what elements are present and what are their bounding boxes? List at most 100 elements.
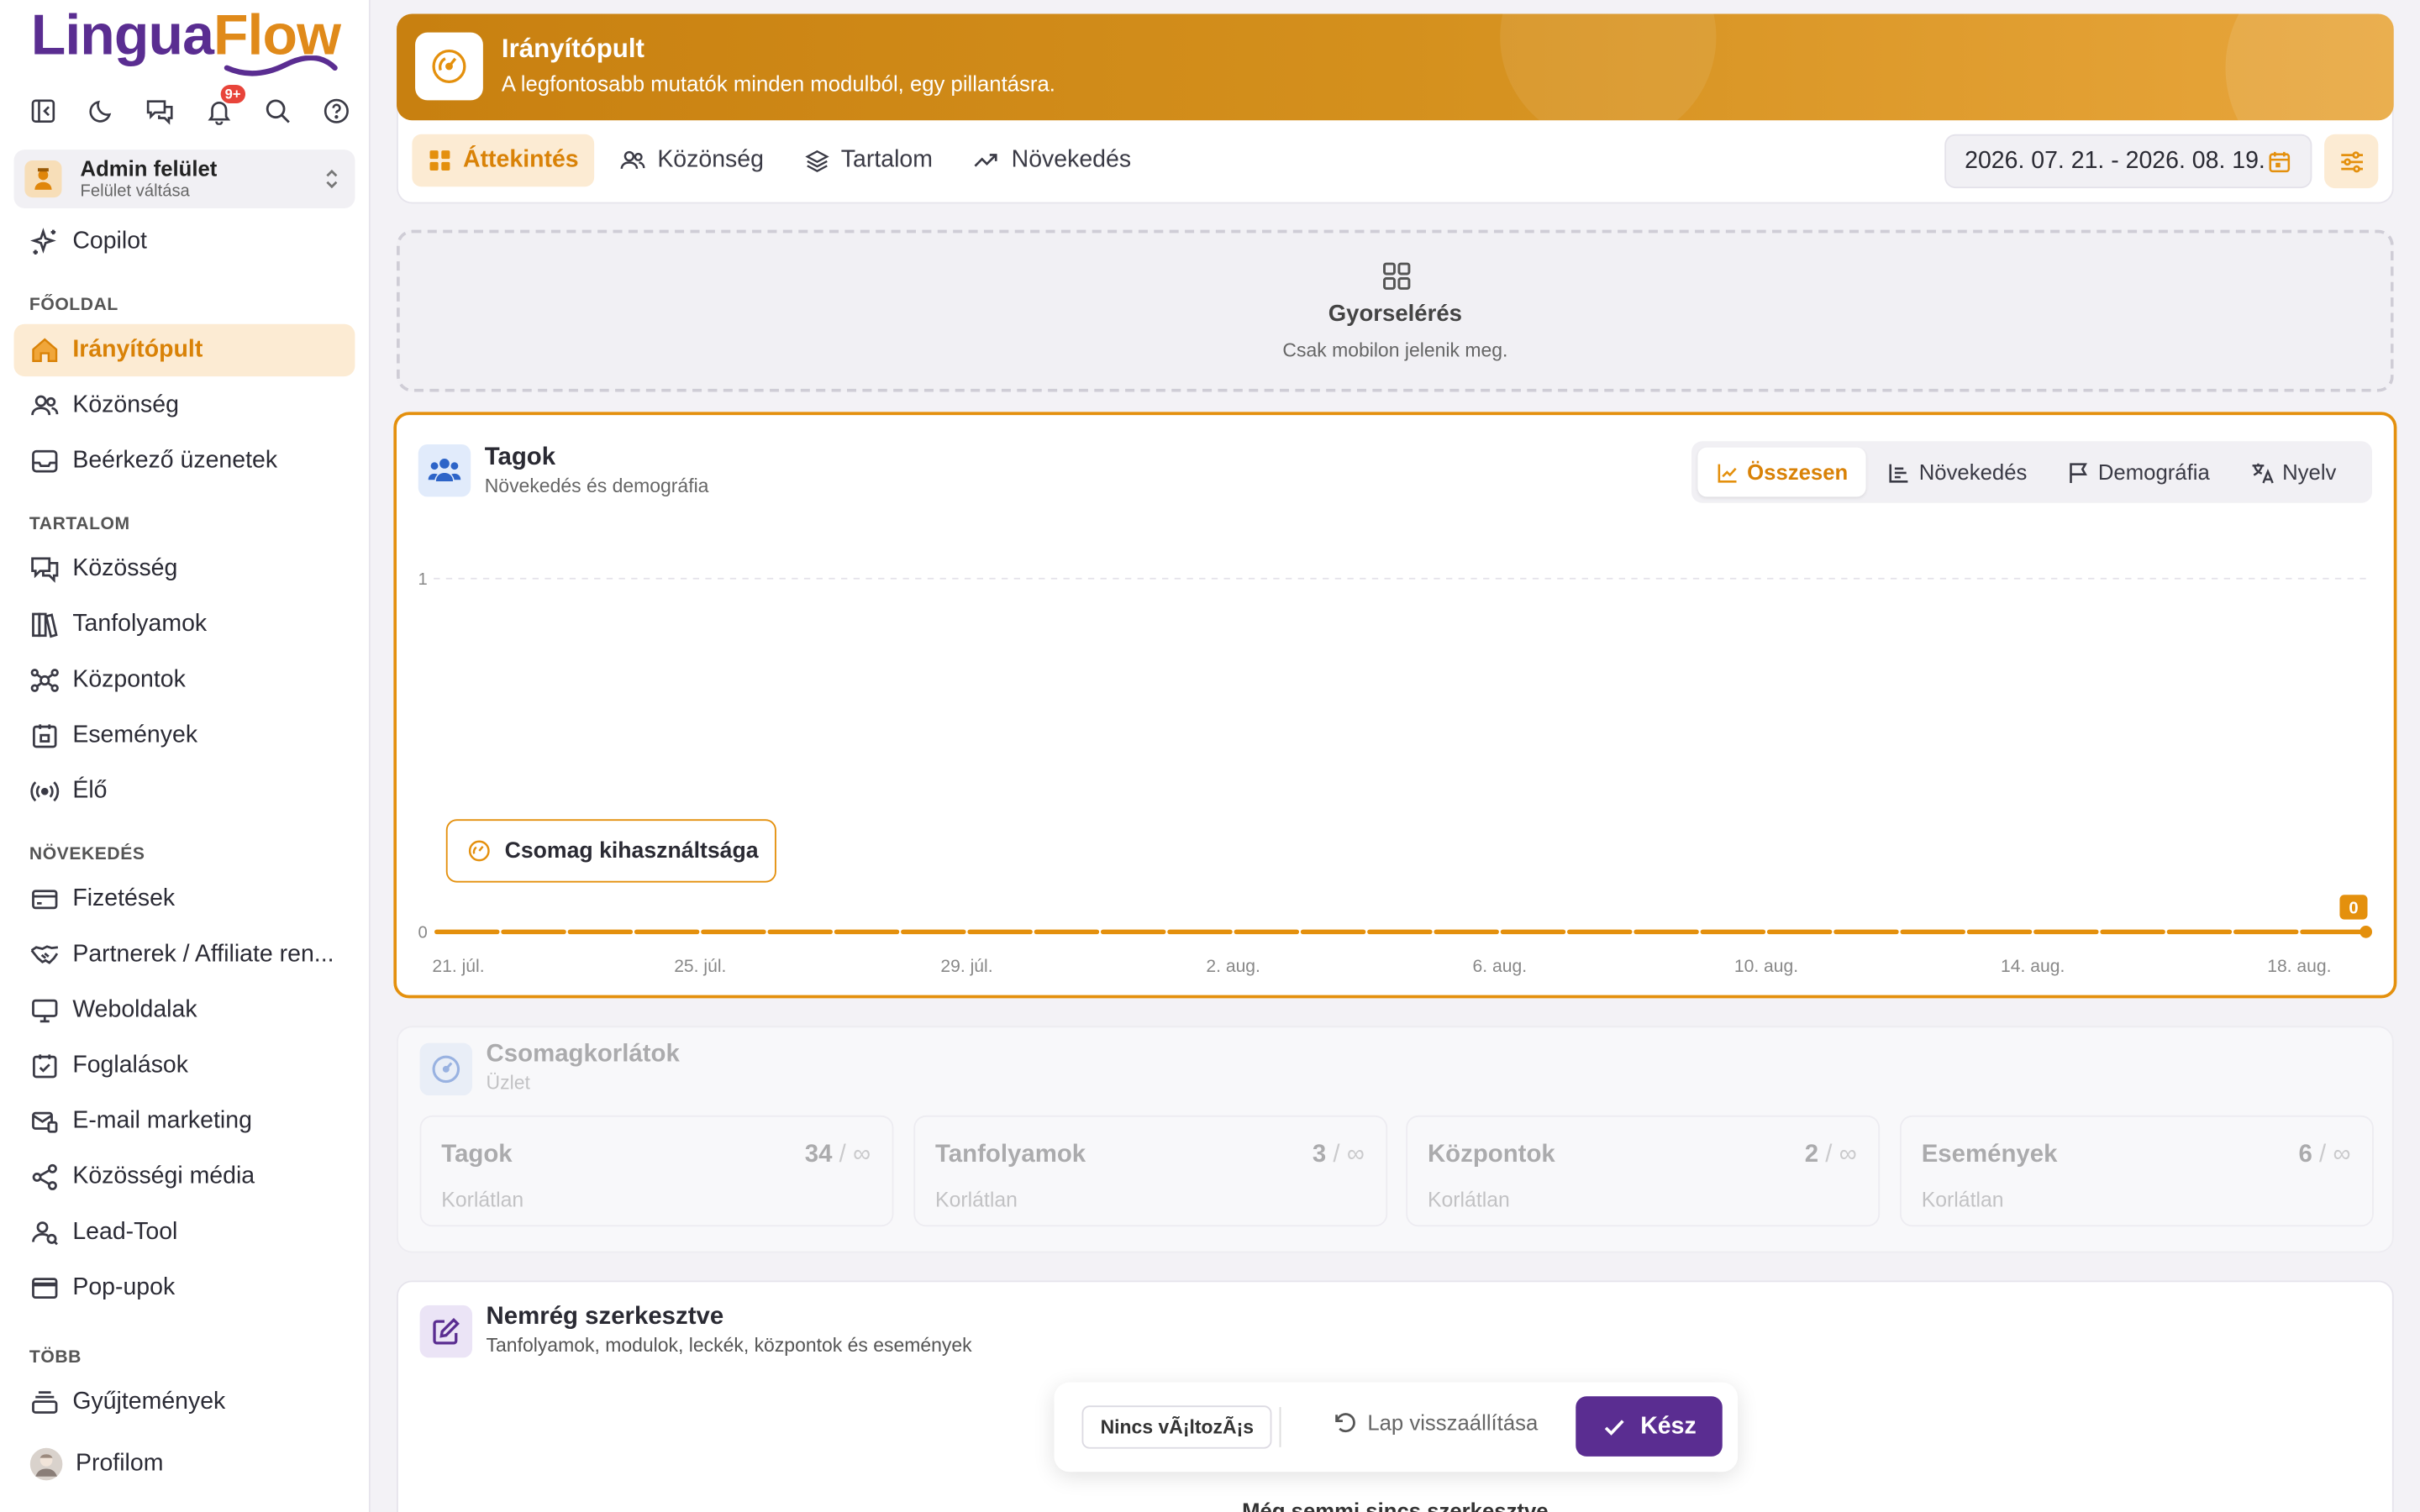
dashboard-gauge-icon	[415, 32, 483, 101]
segment-language[interactable]: Nyelv	[2231, 448, 2354, 497]
segment-demographics[interactable]: Demográfia	[2049, 448, 2228, 497]
help-icon[interactable]	[315, 92, 358, 129]
credit-card-icon	[32, 890, 58, 910]
broadcast-icon	[30, 781, 60, 802]
limit-box-events: Események 6 / ∞ Korlátlan	[1899, 1115, 2374, 1227]
flag-icon	[2070, 462, 2088, 483]
limit-value: 3 / ∞	[1312, 1142, 1365, 1168]
sidebar-item-bookings[interactable]: Foglalások	[14, 1040, 355, 1092]
limit-name: Tagok	[441, 1142, 513, 1168]
limit-current: 6	[2298, 1142, 2312, 1168]
profile-avatar	[29, 1447, 63, 1481]
limit-value: 34 / ∞	[804, 1142, 871, 1168]
y-tick-label: 1	[418, 570, 428, 589]
sidebar-item-events[interactable]: Események	[14, 710, 355, 762]
limit-current: 3	[1312, 1142, 1327, 1168]
segment-growth[interactable]: Növekedés	[1870, 448, 2045, 497]
sidebar-toolbar: 9+	[22, 85, 358, 129]
handshake-icon	[30, 945, 59, 964]
date-range-value: 2026. 07. 21. - 2026. 08. 19.	[1965, 147, 2265, 174]
sidebar-item-courses[interactable]: Tanfolyamok	[14, 599, 355, 651]
end-value-label: 0	[2349, 899, 2358, 917]
sidebar-item-label: Közönség	[72, 391, 179, 418]
x-tick-label: 2. aug.	[1206, 957, 1260, 976]
limit-max: ∞	[852, 1142, 871, 1168]
sidebar-item-lead-tool[interactable]: Lead-Tool	[14, 1206, 355, 1258]
grid-icon	[429, 150, 450, 171]
mail-icon	[32, 1111, 58, 1133]
sidebar-item-email-marketing[interactable]: E-mail marketing	[14, 1095, 355, 1147]
sidebar-item-collections[interactable]: Gyűjtemények	[14, 1376, 355, 1428]
check-icon	[1604, 1419, 1624, 1436]
gauge-icon	[468, 840, 490, 862]
sidebar-item-label: Profilom	[75, 1450, 164, 1477]
limit-status: Korlátlan	[1427, 1188, 1510, 1211]
limit-current: 34	[804, 1142, 833, 1168]
tab-content[interactable]: Tartalom	[788, 134, 948, 186]
interface-switcher[interactable]: Admin felület Felület váltása	[13, 150, 355, 208]
sidebar-item-label: Weboldalak	[72, 996, 197, 1023]
tab-label: Áttekintés	[463, 146, 579, 173]
reset-page-button[interactable]: Lap visszaállítása	[1332, 1410, 1538, 1435]
x-tick-label: 10. aug.	[1734, 957, 1798, 976]
recent-title: Nemrég szerkesztve	[486, 1304, 724, 1331]
sidebar-item-affiliates[interactable]: Partnerek / Affiliate ren...	[14, 929, 355, 981]
users-icon	[620, 150, 645, 170]
limits-subtitle: Üzlet	[486, 1072, 530, 1095]
members-view-switcher: Összesen Növekedés Demográfia Nyelv	[1691, 441, 2373, 503]
nav-section-title: TÖBB	[29, 1348, 82, 1368]
collapse-sidebar-icon[interactable]	[22, 92, 65, 129]
sidebar-item-payments[interactable]: Fizetések	[14, 874, 355, 926]
filter-settings-button[interactable]	[2324, 134, 2379, 189]
notifications-icon[interactable]: 9+	[197, 85, 246, 129]
limit-max: ∞	[1346, 1142, 1365, 1168]
sidebar-item-social-media[interactable]: Közösségi média	[14, 1151, 355, 1203]
gauge-icon	[419, 1042, 473, 1096]
limit-box-courses: Tanfolyamok 3 / ∞ Korlátlan	[913, 1115, 1388, 1227]
limit-status: Korlátlan	[1921, 1188, 2004, 1211]
tab-audience[interactable]: Közönség	[603, 134, 779, 186]
sliders-icon	[2340, 150, 2363, 172]
limit-max: ∞	[2333, 1142, 2351, 1168]
quick-access-subtitle: Csak mobilon jelenik meg.	[1282, 339, 1508, 361]
dark-mode-icon[interactable]	[81, 92, 124, 129]
page-subtitle: A legfontosabb mutatók minden modulból, …	[501, 71, 1055, 96]
tab-growth[interactable]: Növekedés	[957, 134, 1146, 186]
sidebar-item-audience[interactable]: Közönség	[14, 380, 355, 432]
segment-total[interactable]: Összesen	[1697, 447, 1867, 497]
sidebar-item-copilot[interactable]: Copilot	[14, 216, 355, 268]
members-title: Tagok	[484, 444, 556, 471]
date-range-picker[interactable]: 2026. 07. 21. - 2026. 08. 19.	[1944, 134, 2312, 189]
undo-icon	[1335, 1413, 1355, 1433]
translate-icon	[2252, 462, 2274, 483]
edit-icon	[419, 1305, 473, 1358]
logo-wave-icon	[224, 55, 338, 76]
edit-mode-bar: Nincs vÃ¡ltozÃ¡s Lap visszaállítása Kész	[1054, 1382, 1739, 1473]
sidebar-item-label: Gyűjtemények	[72, 1389, 226, 1415]
sidebar-item-websites[interactable]: Weboldalak	[14, 984, 355, 1037]
admin-avatar-icon	[24, 160, 62, 198]
sidebar-item-profile[interactable]: Profilom	[14, 1438, 355, 1490]
sidebar-item-label: E-mail marketing	[72, 1107, 252, 1134]
search-icon[interactable]	[256, 92, 299, 129]
tab-overview[interactable]: Áttekintés	[412, 134, 595, 187]
limit-value: 2 / ∞	[1804, 1142, 1857, 1168]
series-end-point	[2360, 926, 2373, 938]
switcher-title: Admin felület	[80, 155, 218, 181]
sidebar-item-label: Fizetések	[72, 885, 176, 912]
y-tick-label: 0	[418, 924, 428, 942]
page-title: Irányítópult	[501, 34, 644, 64]
sidebar-item-dashboard[interactable]: Irányítópult	[13, 323, 355, 377]
package-usage-button[interactable]: Csomag kihasználtsága	[445, 819, 776, 883]
notification-badge: 9+	[220, 85, 246, 104]
messages-icon[interactable]	[139, 92, 182, 129]
members-icon	[418, 444, 471, 497]
sidebar-item-popups[interactable]: Pop-upok	[14, 1262, 355, 1314]
sidebar-item-live[interactable]: Élő	[14, 765, 355, 817]
done-button[interactable]: Kész	[1576, 1396, 1723, 1457]
sidebar-item-inbox[interactable]: Beérkező üzenetek	[14, 435, 355, 487]
members-subtitle: Növekedés és demográfia	[484, 475, 709, 497]
x-tick-label: 6. aug.	[1473, 957, 1528, 976]
sidebar-item-community[interactable]: Közösség	[14, 543, 355, 596]
sidebar-item-hubs[interactable]: Központok	[14, 654, 355, 706]
